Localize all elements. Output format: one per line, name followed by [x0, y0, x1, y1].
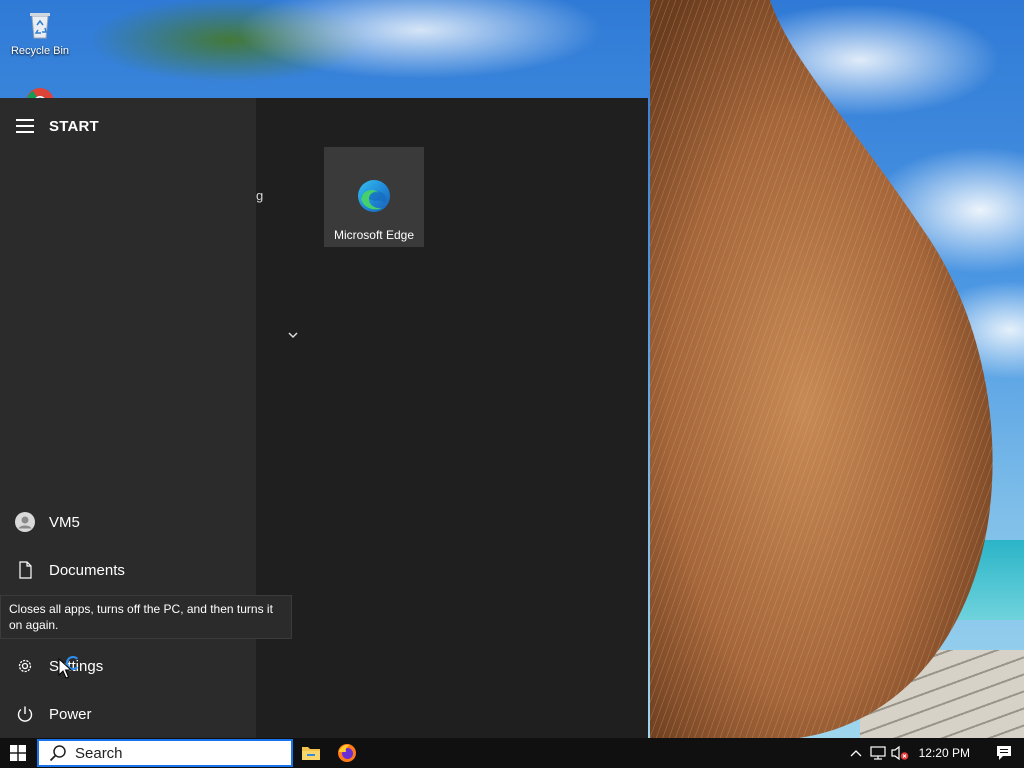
chevron-down-icon[interactable]	[286, 330, 300, 340]
start-button[interactable]	[0, 738, 36, 768]
firefox-icon	[338, 744, 356, 762]
gear-icon	[18, 659, 32, 673]
user-name: VM5	[49, 513, 80, 531]
taskbar-file-explorer[interactable]	[293, 738, 329, 768]
start-header: START	[0, 98, 256, 154]
volume-muted-icon	[891, 745, 908, 761]
notification-icon	[997, 746, 1011, 760]
user-icon	[15, 512, 35, 532]
avatar	[15, 512, 35, 532]
system-tray: 12:20 PM	[845, 738, 1024, 768]
taskbar: Search 12:20 PM	[0, 738, 1024, 768]
documents-button[interactable]: Documents	[0, 546, 256, 594]
taskbar-firefox[interactable]	[329, 738, 365, 768]
app-list-cut-text: g	[256, 188, 264, 203]
network-icon	[870, 746, 886, 760]
file-explorer-icon	[302, 747, 320, 760]
show-hidden-icons-button[interactable]	[845, 738, 867, 768]
recycle-bin-icon	[30, 13, 50, 39]
action-center-button[interactable]	[984, 738, 1024, 768]
clock[interactable]: 12:20 PM	[919, 746, 970, 760]
wallpaper-coconut	[650, 0, 993, 740]
chevron-up-icon	[850, 750, 862, 757]
power-icon	[17, 706, 33, 722]
tile-microsoft-edge[interactable]: Microsoft Edge	[324, 147, 424, 247]
mouse-cursor-icon	[58, 658, 73, 679]
network-button[interactable]	[867, 738, 889, 768]
documents-label: Documents	[49, 561, 125, 579]
power-label: Power	[49, 705, 92, 723]
power-tooltip: Closes all apps, turns off the PC, and t…	[0, 595, 292, 639]
hamburger-menu-icon[interactable]	[16, 119, 34, 133]
edge-icon	[358, 180, 390, 212]
search-input[interactable]: Search	[37, 739, 293, 767]
desktop-icon-recycle-bin[interactable]: Recycle Bin	[6, 8, 74, 57]
search-placeholder: Search	[75, 744, 123, 762]
settings-button[interactable]: Settings	[0, 642, 256, 690]
start-menu: START g Microsoft Edge VM5 Documents Set…	[0, 98, 648, 738]
desktop-icon-label: Recycle Bin	[10, 45, 70, 57]
volume-button[interactable]	[889, 738, 911, 768]
search-icon	[49, 745, 66, 762]
windows-logo-icon	[10, 745, 26, 761]
tile-label: Microsoft Edge	[333, 228, 415, 242]
power-button[interactable]: Power	[0, 690, 256, 738]
user-account-button[interactable]: VM5	[0, 498, 256, 546]
document-icon	[19, 561, 32, 579]
start-title: START	[49, 117, 99, 135]
